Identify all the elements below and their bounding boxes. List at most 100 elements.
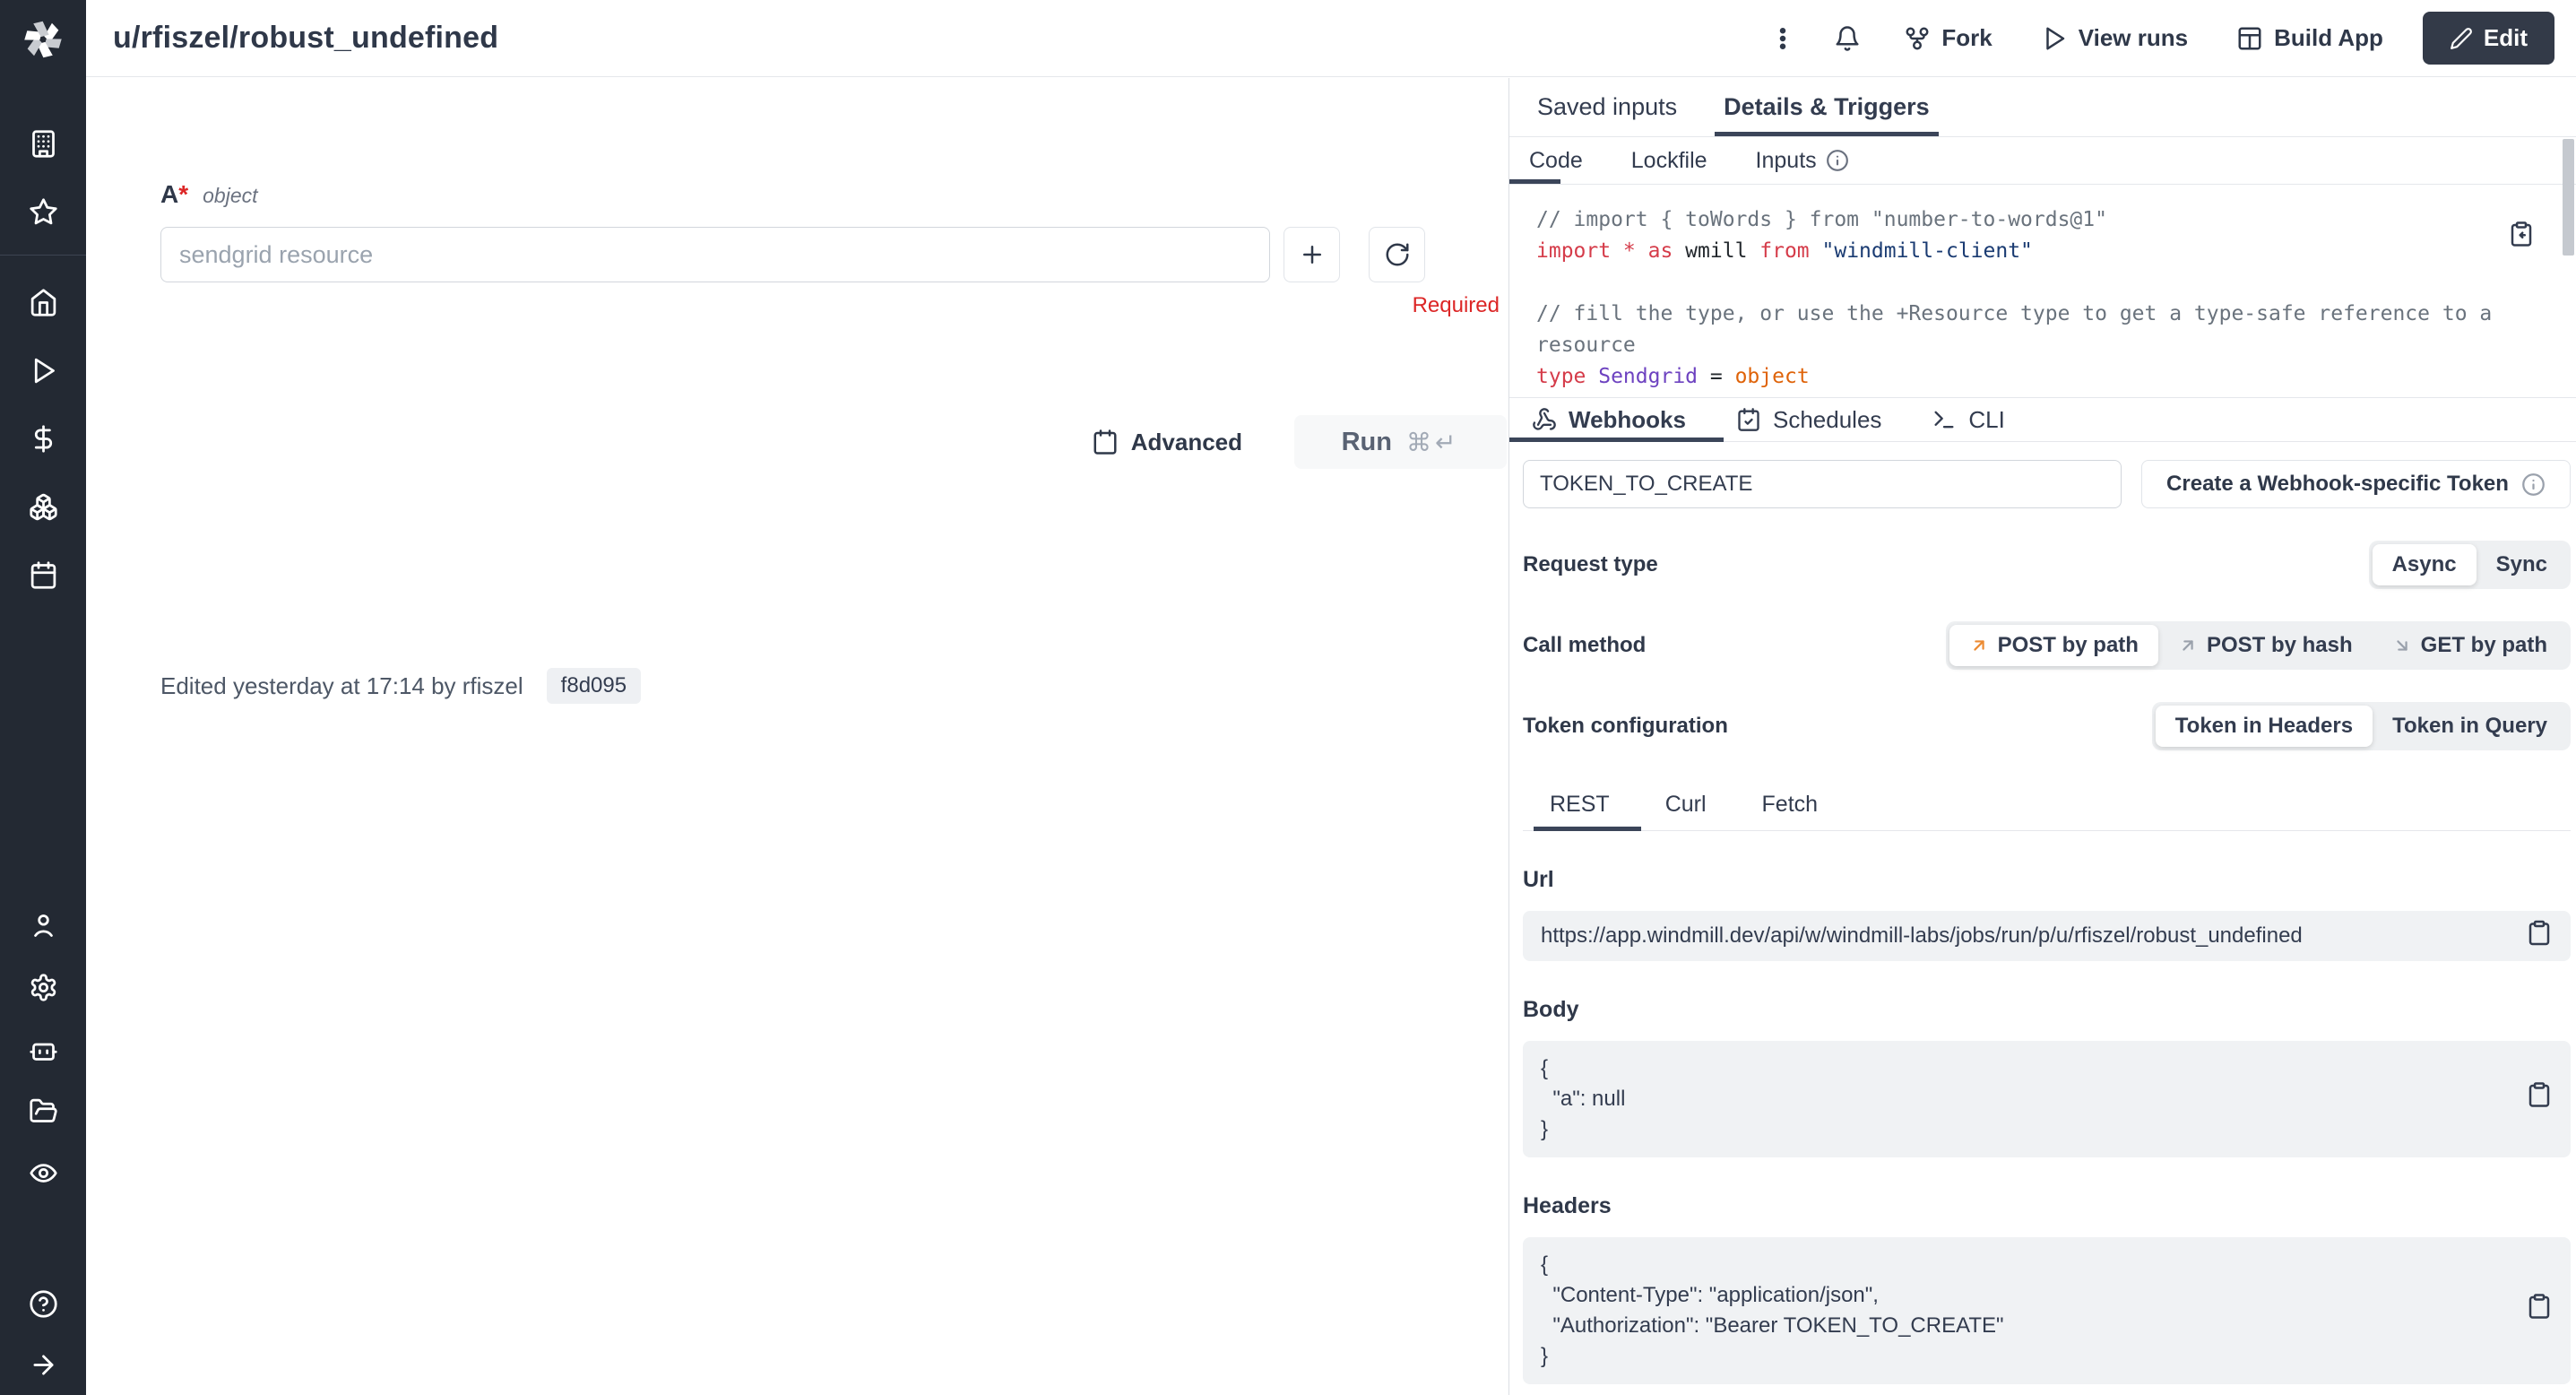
call-method-toggle: POST by path POST by hash GET by path	[1946, 621, 2571, 670]
sidebar-item-workers[interactable]	[0, 1018, 86, 1080]
clipboard-icon	[2526, 1293, 2553, 1320]
advanced-button[interactable]: Advanced	[1092, 429, 1242, 456]
add-resource-button[interactable]	[1284, 227, 1340, 282]
info-icon	[1826, 149, 1849, 172]
url-box: https://app.windmill.dev/api/w/windmill-…	[1523, 911, 2571, 961]
build-app-label: Build App	[2274, 24, 2383, 52]
sidebar-item-workspace[interactable]	[0, 109, 86, 178]
request-type-async[interactable]: Async	[2373, 544, 2477, 585]
refresh-resource-button[interactable]	[1369, 227, 1425, 282]
resource-input[interactable]	[160, 227, 1270, 282]
fork-button[interactable]: Fork	[1886, 13, 2010, 63]
resource-input-row	[160, 227, 1511, 282]
sidebar-item-home[interactable]	[0, 268, 86, 336]
copy-headers-button[interactable]	[2466, 1262, 2553, 1359]
edited-text: Edited yesterday at 17:14 by rfiszel	[160, 672, 523, 700]
tab-inputs[interactable]: Inputs	[1756, 148, 1849, 174]
required-hint: Required	[160, 293, 1500, 318]
token-in-query[interactable]: Token in Query	[2373, 706, 2567, 747]
pencil-icon	[2450, 27, 2473, 50]
body-box: { "a": null }	[1523, 1041, 2571, 1157]
token-query-label: Token in Query	[2392, 714, 2547, 739]
token-row: Create a Webhook-specific Token	[1523, 460, 2571, 508]
trigger-tabs: Webhooks Schedules CLI	[1509, 397, 2576, 442]
build-app-button[interactable]: Build App	[2218, 13, 2401, 63]
run-button[interactable]: Run ⌘↵	[1294, 415, 1507, 469]
sidebar-item-resources[interactable]	[0, 472, 86, 541]
copy-code-button[interactable]	[2508, 221, 2535, 252]
tab-cli[interactable]: CLI	[1932, 406, 2004, 434]
calendar-icon	[29, 560, 58, 590]
tab-webhooks[interactable]: Webhooks	[1532, 406, 1686, 434]
sidebar-item-schedules[interactable]	[0, 541, 86, 609]
token-in-headers[interactable]: Token in Headers	[2156, 706, 2373, 747]
advanced-label: Advanced	[1131, 429, 1242, 456]
panel-scrollbar-thumb[interactable]	[2563, 139, 2574, 256]
sidebar-divider	[0, 255, 86, 256]
edit-button[interactable]: Edit	[2423, 12, 2554, 65]
code-import-string: "windmill-client"	[1810, 239, 2033, 263]
sidebar-item-audit-logs[interactable]	[0, 1142, 86, 1204]
sidebar-item-users[interactable]	[0, 895, 86, 957]
call-method-post-path[interactable]: POST by path	[1949, 625, 2158, 666]
copy-url-button[interactable]	[2526, 920, 2553, 953]
create-webhook-token-button[interactable]: Create a Webhook-specific Token	[2141, 460, 2571, 508]
schedules-label: Schedules	[1773, 406, 1881, 434]
sidebar-item-folders[interactable]	[0, 1080, 86, 1142]
headers-line-3: "Authorization": "Bearer TOKEN_TO_CREATE…	[1541, 1313, 2004, 1338]
field-header: A* object	[160, 180, 1511, 209]
tab-details-triggers[interactable]: Details & Triggers	[1724, 78, 1930, 136]
webhook-section: Create a Webhook-specific Token Request …	[1509, 442, 2576, 1384]
clipboard-copy-icon	[2508, 221, 2535, 247]
sync-label: Sync	[2496, 552, 2547, 577]
code-import-keyword: import * as	[1536, 239, 1673, 263]
more-menu-button[interactable]	[1757, 14, 1809, 63]
terminal-icon	[1932, 407, 1957, 432]
tab-saved-inputs[interactable]: Saved inputs	[1537, 78, 1677, 136]
sidebar-item-expand[interactable]	[0, 1334, 86, 1395]
webhook-icon	[1532, 407, 1557, 432]
top-header: u/rfiszel/robust_undefined Fork View run…	[86, 0, 2576, 77]
tab-code[interactable]: Code	[1529, 148, 1583, 174]
code-type-name: Sendgrid	[1586, 365, 1709, 388]
body-line-1: {	[1541, 1056, 1548, 1080]
version-hash-badge[interactable]: f8d095	[547, 668, 641, 704]
tab-fetch[interactable]: Fetch	[1762, 792, 1819, 830]
sidebar-item-settings[interactable]	[0, 957, 86, 1018]
sidebar-top-group	[0, 109, 86, 609]
token-input[interactable]	[1523, 460, 2122, 508]
code-tabs: Code Lockfile Inputs	[1509, 137, 2576, 185]
sidebar-middle-group	[0, 895, 86, 1204]
active-tab-underline	[1509, 179, 1560, 184]
call-method-post-hash[interactable]: POST by hash	[2158, 625, 2373, 666]
tab-curl[interactable]: Curl	[1665, 792, 1707, 830]
token-config-row: Token configuration Token in Headers Tok…	[1523, 702, 2571, 750]
field-type: object	[203, 184, 257, 208]
view-runs-button[interactable]: View runs	[2023, 13, 2206, 63]
request-type-sync[interactable]: Sync	[2477, 544, 2567, 585]
tab-schedules[interactable]: Schedules	[1736, 406, 1881, 434]
active-trigger-underline	[1509, 438, 1724, 442]
tab-rest[interactable]: REST	[1550, 792, 1610, 830]
windmill-logo-icon[interactable]	[0, 0, 86, 79]
notifications-button[interactable]	[1821, 14, 1873, 63]
copy-body-button[interactable]	[2466, 1051, 2553, 1148]
sidebar-item-runs[interactable]	[0, 336, 86, 404]
sidebar-item-help[interactable]	[0, 1273, 86, 1334]
code-viewer[interactable]: // import { toWords } from "number-to-wo…	[1509, 185, 2576, 397]
url-label: Url	[1523, 867, 2571, 893]
request-type-label: Request type	[1523, 552, 1658, 577]
view-runs-label: View runs	[2079, 24, 2188, 52]
code-comment-1: // import { toWords } from "number-to-wo…	[1536, 208, 2107, 231]
code-tab-label: Code	[1529, 148, 1583, 174]
call-method-get-path[interactable]: GET by path	[2373, 625, 2567, 666]
run-form-pane: A* object Required Advanced Run	[86, 78, 1508, 1395]
tab-lockfile[interactable]: Lockfile	[1631, 148, 1707, 174]
sidebar-item-variables[interactable]	[0, 404, 86, 472]
sidebar-item-favorites[interactable]	[0, 178, 86, 246]
code-comment-2: // fill the type, or use the +Resource t…	[1536, 302, 2504, 357]
eye-icon	[29, 1158, 58, 1188]
refresh-icon	[1384, 241, 1411, 268]
active-snippet-underline	[1534, 827, 1641, 831]
rest-label: REST	[1550, 792, 1610, 817]
